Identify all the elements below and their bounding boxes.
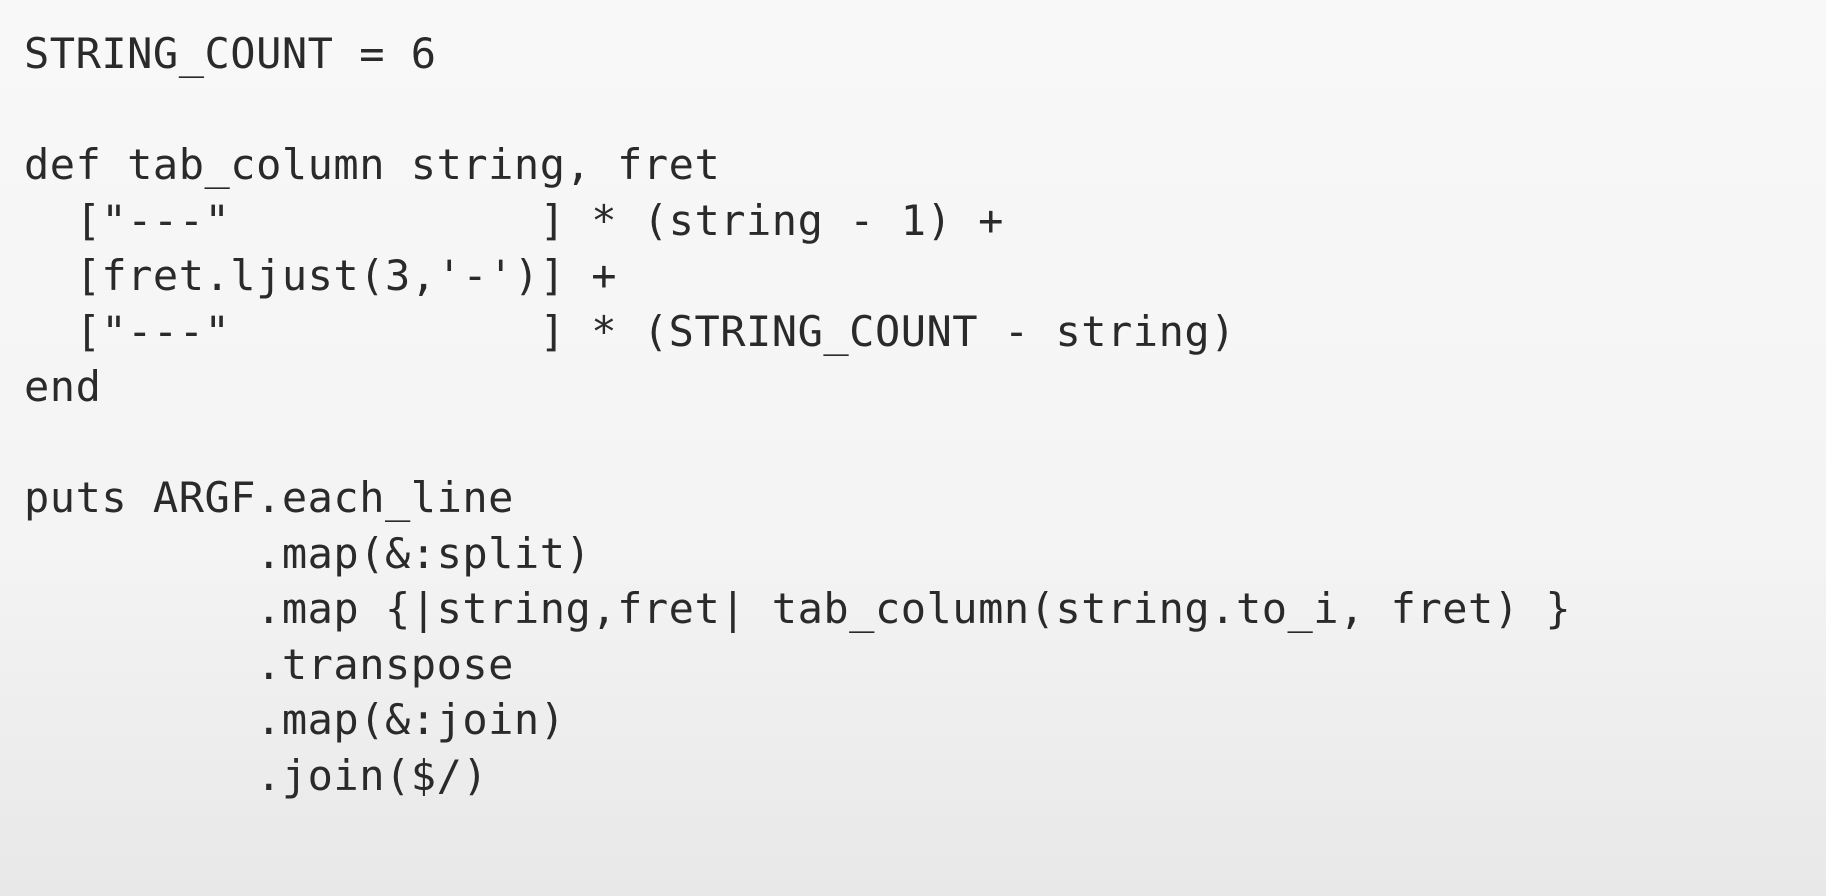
code-content: STRING_COUNT = 6 def tab_column string, … [24, 29, 1571, 800]
code-block: STRING_COUNT = 6 def tab_column string, … [24, 28, 1826, 805]
